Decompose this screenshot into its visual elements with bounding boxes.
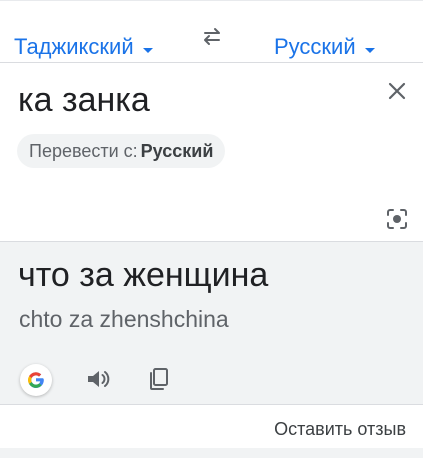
camera-lens-icon <box>387 209 407 229</box>
detect-prefix: Перевести с: <box>29 140 138 161</box>
source-text[interactable]: ка занка <box>18 81 150 120</box>
copy-translation-button[interactable] <box>145 365 173 393</box>
source-input-area[interactable]: ка занка Перевести с: Русский <box>0 63 423 242</box>
speaker-icon <box>88 371 110 387</box>
top-divider <box>0 0 423 1</box>
caret-down-icon <box>364 47 375 53</box>
google-search-button[interactable] <box>20 364 52 396</box>
camera-translate-button[interactable] <box>384 206 410 232</box>
target-language-selector[interactable]: Русский <box>274 34 375 60</box>
detect-language: Русский <box>140 140 214 161</box>
translation-output-area: что за женщина chto za zhenshchina <box>0 242 423 404</box>
close-icon <box>388 82 406 100</box>
detect-language-suggestion[interactable]: Перевести с: Русский <box>17 134 226 168</box>
language-bar: Таджикский Русский <box>0 0 423 63</box>
translation-text: что за женщина <box>18 256 269 294</box>
send-feedback-link[interactable]: Оставить отзыв <box>274 419 406 440</box>
source-language-selector[interactable]: Таджикский <box>14 34 153 60</box>
listen-button[interactable] <box>84 365 112 393</box>
caret-down-icon <box>142 47 153 53</box>
swap-languages-button[interactable] <box>198 22 226 50</box>
copy-icon <box>150 368 168 390</box>
bottom-strip <box>0 448 423 458</box>
google-icon <box>28 372 44 389</box>
source-language-label: Таджикский <box>14 34 134 59</box>
swap-arrows-icon <box>204 28 220 45</box>
transliteration-text: chto za zhenshchina <box>19 306 229 332</box>
clear-input-button[interactable] <box>384 78 410 104</box>
target-language-label: Русский <box>274 34 356 59</box>
